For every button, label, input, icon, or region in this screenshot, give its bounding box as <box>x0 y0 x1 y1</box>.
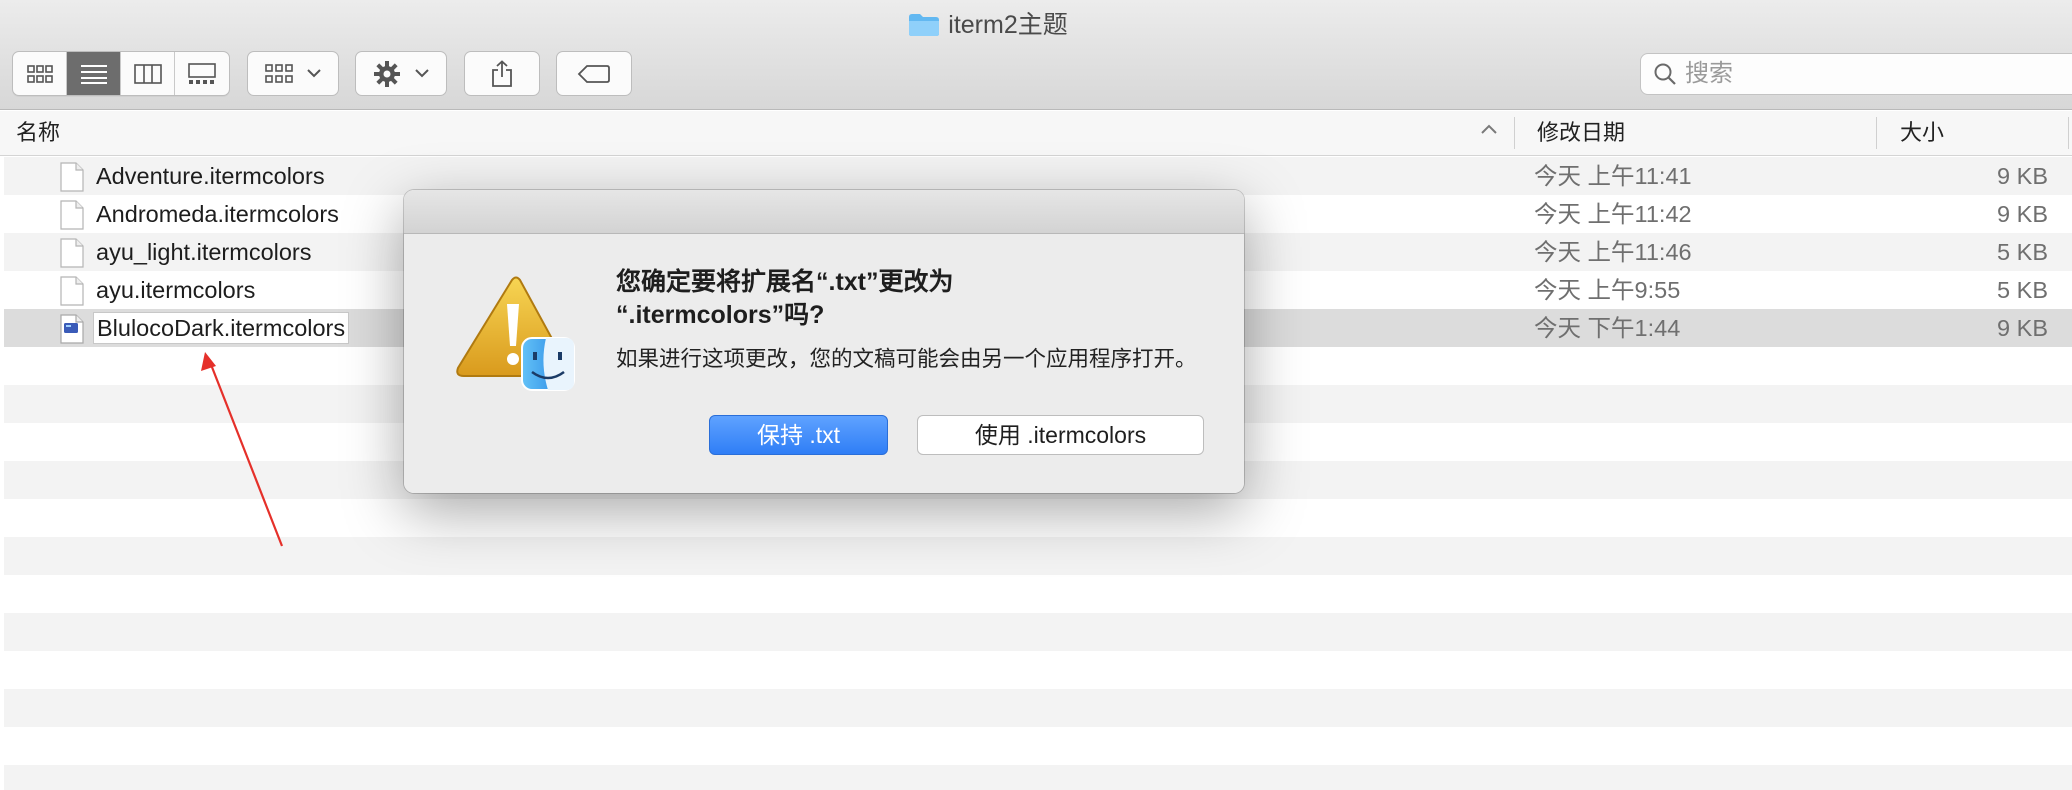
share-button[interactable] <box>464 51 540 96</box>
dialog-message: 如果进行这项更改，您的文稿可能会由另一个应用程序打开。 <box>616 347 1197 371</box>
file-date: 今天 下午1:44 <box>1534 315 1681 341</box>
share-icon <box>492 59 512 87</box>
finder-badge-icon <box>521 337 575 391</box>
empty-row <box>4 613 2072 651</box>
empty-row <box>4 537 2072 575</box>
empty-row <box>4 765 2072 790</box>
folder-icon <box>908 13 940 37</box>
group-by-button[interactable] <box>247 51 339 96</box>
file-size: 9 KB <box>1997 315 2048 341</box>
file-date: 今天 上午11:42 <box>1534 201 1692 227</box>
rename-extension-alert: 您确定要将扩展名“.txt”更改为 “.itermcolors”吗? 如果进行这… <box>404 190 1244 493</box>
search-input[interactable] <box>1685 60 2065 88</box>
document-icon <box>60 162 84 192</box>
keep-txt-button[interactable]: 保持 .txt <box>709 415 888 455</box>
file-size: 9 KB <box>1997 163 2048 189</box>
tag-button[interactable] <box>556 51 632 96</box>
group-grid-icon <box>265 63 293 83</box>
file-name: Andromeda.itermcolors <box>96 201 339 227</box>
gallery-view-button[interactable] <box>175 52 229 95</box>
chevron-down-icon <box>415 69 429 78</box>
file-name: ayu_light.itermcolors <box>96 239 312 265</box>
window-title: iterm2主题 <box>0 8 1976 42</box>
document-icon <box>60 276 84 306</box>
document-icon <box>60 200 84 230</box>
column-divider[interactable] <box>1876 117 1877 149</box>
dialog-title: 您确定要将扩展名“.txt”更改为 “.itermcolors”吗? <box>616 266 1216 332</box>
column-header-size[interactable]: 大小 <box>1900 111 1944 155</box>
file-size: 5 KB <box>1997 239 2048 265</box>
column-header: 名称 修改日期 大小 <box>0 111 2072 156</box>
file-name: ayu.itermcolors <box>96 277 256 303</box>
gear-icon <box>374 60 400 87</box>
file-date: 今天 上午11:46 <box>1534 239 1692 265</box>
dialog-titlebar <box>404 190 1244 234</box>
tag-icon <box>577 64 610 83</box>
file-size: 5 KB <box>1997 277 2048 303</box>
column-view-button[interactable] <box>121 52 175 95</box>
column-divider <box>2068 117 2069 149</box>
action-button[interactable] <box>355 51 447 96</box>
sort-ascending-icon[interactable] <box>1480 123 1498 135</box>
finder-toolbar: iterm2主题 <box>0 0 2072 110</box>
gallery-icon <box>188 62 216 84</box>
search-field[interactable] <box>1640 53 2072 95</box>
column-header-name[interactable]: 名称 <box>16 111 60 155</box>
grid-icon <box>26 64 53 83</box>
use-itermcolors-button[interactable]: 使用 .itermcolors <box>917 415 1204 455</box>
warning-icon <box>456 276 575 391</box>
file-date: 今天 上午11:41 <box>1534 163 1692 189</box>
chevron-down-icon <box>307 69 321 78</box>
window-title-text: iterm2主题 <box>948 11 1068 39</box>
itermcolors-file-icon <box>60 314 84 344</box>
file-size: 9 KB <box>1997 201 2048 227</box>
dialog-title-line1: 您确定要将扩展名“.txt”更改为 <box>616 268 954 296</box>
file-name-rename-field[interactable]: BlulocoDark.itermcolors <box>93 312 350 344</box>
file-date: 今天 上午9:55 <box>1534 277 1681 303</box>
dialog-title-line2: “.itermcolors”吗? <box>616 301 825 329</box>
view-mode-control <box>12 51 230 96</box>
column-header-date[interactable]: 修改日期 <box>1537 111 1625 155</box>
icon-view-button[interactable] <box>13 52 67 95</box>
column-divider[interactable] <box>1514 117 1515 149</box>
list-icon <box>80 64 107 84</box>
empty-row <box>4 689 2072 727</box>
list-view-button[interactable] <box>67 52 121 95</box>
document-icon <box>60 238 84 268</box>
columns-icon <box>133 63 162 84</box>
search-icon <box>1654 63 1676 85</box>
file-name: Adventure.itermcolors <box>96 163 325 189</box>
